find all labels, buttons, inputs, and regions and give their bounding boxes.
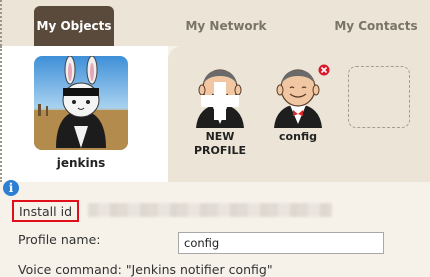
info-icon[interactable]: i [3,180,19,196]
tab-my-contacts[interactable]: My Contacts [324,6,428,46]
new-profile-label: NEW PROFILE [175,130,265,158]
new-profile-label-line2: PROFILE [193,144,246,157]
config-label: config [279,130,317,143]
new-profile-label-line1: NEW [205,130,235,143]
jenkins-rabbit-avatar-icon [34,56,128,150]
user-name: jenkins [56,156,106,170]
jenkins-butler-plus-icon [196,69,244,128]
tab-my-objects[interactable]: My Objects [34,6,114,46]
tab-my-network[interactable]: My Network [168,6,284,46]
install-id-value-redacted [88,203,332,217]
user-panel: jenkins [0,46,168,182]
objects-panel: NEW PROFILE config [168,46,430,182]
avatar[interactable] [34,56,128,150]
tab-bar: My Objects My Network My Contacts [0,0,430,46]
profile-name-input[interactable] [178,232,384,254]
empty-object-slot[interactable] [348,66,410,128]
close-icon[interactable] [318,64,330,76]
profile-name-label: Profile name: [18,232,101,247]
voice-command-text: Voice command: "Jenkins notifier config" [18,262,273,277]
new-profile-object[interactable] [188,64,252,128]
config-object[interactable] [266,64,330,128]
install-id-label: Install id [12,200,80,222]
